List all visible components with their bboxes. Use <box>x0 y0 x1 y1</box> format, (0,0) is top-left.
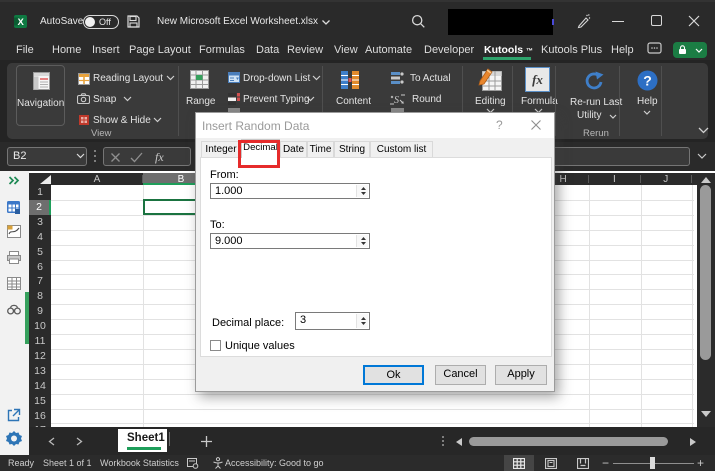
svg-text:?: ? <box>643 73 652 89</box>
svg-text:fx: fx <box>532 72 543 87</box>
svg-text:X: X <box>18 17 25 28</box>
svg-text:S: S <box>394 95 399 106</box>
